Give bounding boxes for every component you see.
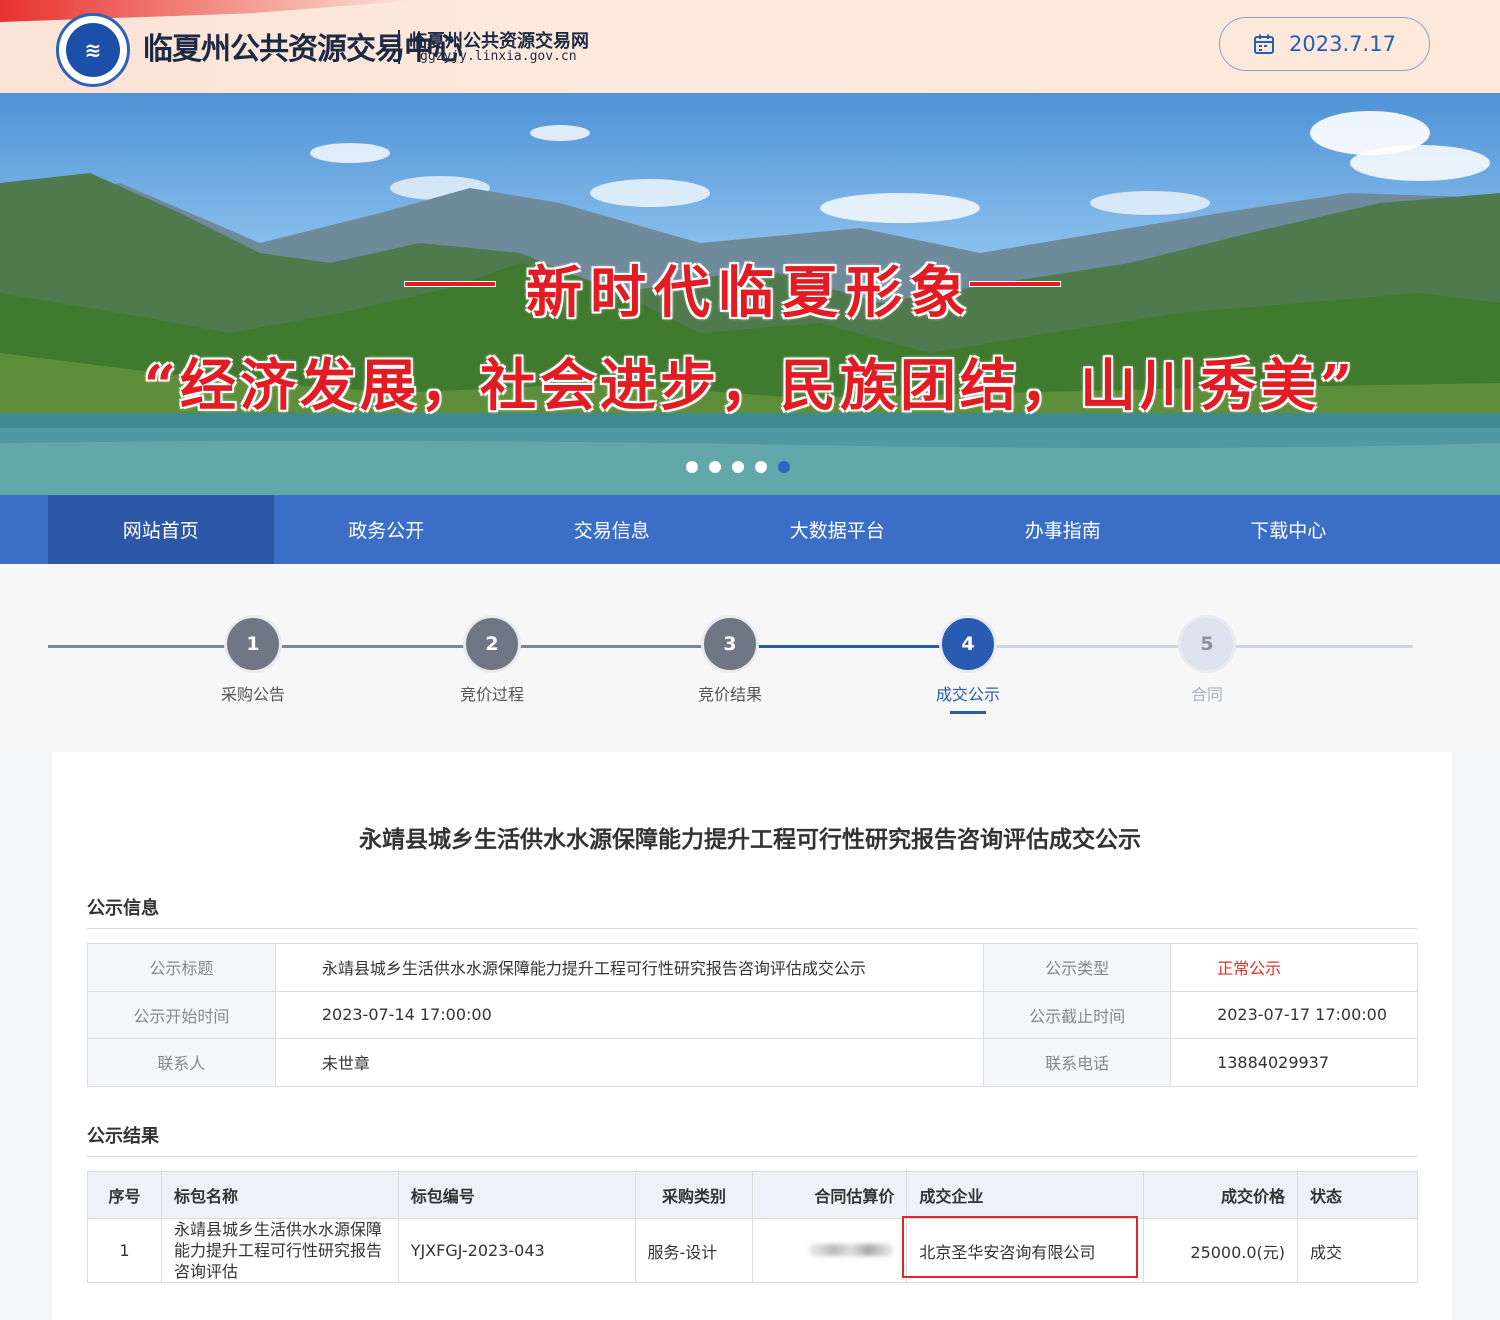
banner-slogan-sub: “经济发展，社会进步，民族团结，山川秀美” [143,353,1357,419]
column-header: 成交企业 [906,1171,1145,1219]
field-label: 联系人 [87,1038,276,1087]
row-index: 1 [87,1218,162,1283]
date-text: 2023.7.17 [1289,32,1396,56]
decorative-swoosh [0,0,420,22]
column-header: 采购类别 [634,1171,754,1219]
field-label: 公示类型 [983,943,1172,992]
purchase-category: 服务-设计 [634,1218,754,1283]
field-label: 公示标题 [87,943,276,992]
notice-info-table: 公示标题 永靖县城乡生活供水水源保障能力提升工程可行性研究报告咨询评估成交公示 … [87,943,1418,1087]
contract-estimate [752,1218,908,1283]
date-display: 2023.7.17 [1219,17,1430,71]
nav-item-downloads[interactable]: 下载中心 [1176,495,1402,564]
carousel-dot[interactable] [755,461,767,473]
step-number: 2 [463,615,521,673]
package-code: YJXFGJ-2023-043 [397,1218,636,1283]
result-table: 序号 标包名称 标包编号 采购类别 合同估算价 成交企业 成交价格 状态 1 永… [87,1171,1418,1283]
table-row: 公示标题 永靖县城乡生活供水水源保障能力提升工程可行性研究报告咨询评估成交公示 … [87,943,1418,992]
step-label: 竞价过程 [459,685,524,704]
title-divider [398,30,400,64]
step-number: 4 [939,615,997,673]
section-title-result: 公示结果 [87,1126,159,1147]
step-number: 1 [224,615,282,673]
table-row: 1 永靖县城乡生活供水水源保障能力提升工程可行性研究报告咨询评估 YJXFGJ-… [87,1218,1418,1283]
table-row: 联系人 未世章 联系电话 13884029937 [87,1038,1418,1087]
column-header: 状态 [1297,1171,1418,1219]
step-label: 采购公告 [220,685,285,704]
carousel-dot-active[interactable] [778,461,790,473]
column-header: 序号 [87,1171,162,1219]
step-3[interactable]: 3 竞价结果 [670,615,790,705]
column-header: 成交价格 [1143,1171,1299,1219]
page-title: 永靖县城乡生活供水水源保障能力提升工程可行性研究报告咨询评估成交公示 [359,827,1141,853]
column-header: 合同估算价 [752,1171,908,1219]
banner-slogan-main: 新时代临夏形象 [526,260,974,326]
site-header: ≋ 临夏州公共资源交易中心 临夏州公共资源交易网 ggzyjy.linxia.g… [0,0,1500,93]
nav-item-big-data[interactable]: 大数据平台 [725,495,951,564]
logo-emblem-icon: ≋ [66,23,120,77]
calendar-icon [1254,34,1275,54]
redacted-value [808,1244,895,1256]
field-value: 2023-07-14 17:00:00 [274,990,985,1039]
carousel-dot[interactable] [686,461,698,473]
nav-item-trade-info[interactable]: 交易信息 [499,495,725,564]
step-label: 合同 [1190,685,1223,704]
nav-item-gov-affairs[interactable]: 政务公开 [274,495,500,564]
column-header: 标包名称 [160,1171,399,1219]
table-row: 公示开始时间 2023-07-14 17:00:00 公示截止时间 2023-0… [87,990,1418,1039]
nav-item-guide[interactable]: 办事指南 [950,495,1176,564]
site-url: ggzyjy.linxia.gov.cn [420,49,577,64]
site-logo[interactable]: ≋ [56,13,130,87]
highlight-annotation [902,1216,1138,1278]
hero-banner: 新时代临夏形象 “经济发展，社会进步，民族团结，山川秀美” [0,93,1500,495]
field-label: 联系电话 [983,1038,1172,1087]
field-value: 13884029937 [1170,1038,1418,1087]
step-number: 5 [1178,615,1236,673]
nav-item-home[interactable]: 网站首页 [48,495,274,564]
field-value: 未世章 [274,1038,985,1087]
carousel-dot[interactable] [732,461,744,473]
main-nav: 网站首页 政务公开 交易信息 大数据平台 办事指南 下载中心 [0,495,1500,564]
deal-status: 成交 [1297,1218,1418,1283]
deal-price: 25000.0(元) [1143,1218,1299,1283]
section-divider [87,928,1417,929]
step-active-indicator [950,711,986,714]
step-1[interactable]: 1 采购公告 [193,615,313,705]
section-title-info: 公示信息 [87,898,159,919]
step-label: 竞价结果 [697,685,762,704]
field-value: 永靖县城乡生活供水水源保障能力提升工程可行性研究报告咨询评估成交公示 [274,943,985,992]
field-label: 公示截止时间 [983,990,1172,1039]
table-header-row: 序号 标包名称 标包编号 采购类别 合同估算价 成交企业 成交价格 状态 [87,1171,1418,1219]
step-number: 3 [701,615,759,673]
section-divider [87,1156,1417,1157]
step-label: 成交公示 [935,685,1000,704]
step-2[interactable]: 2 竞价过程 [432,615,552,705]
carousel-dot[interactable] [709,461,721,473]
package-name: 永靖县城乡生活供水水源保障能力提升工程可行性研究报告咨询评估 [160,1218,399,1283]
field-value: 2023-07-17 17:00:00 [1170,990,1418,1039]
step-5[interactable]: 5 合同 [1147,615,1267,705]
field-label: 公示开始时间 [87,990,276,1039]
column-header: 标包编号 [397,1171,636,1219]
carousel-dots [686,461,790,473]
step-4[interactable]: 4 成交公示 [908,615,1028,714]
field-value-status: 正常公示 [1170,943,1418,992]
